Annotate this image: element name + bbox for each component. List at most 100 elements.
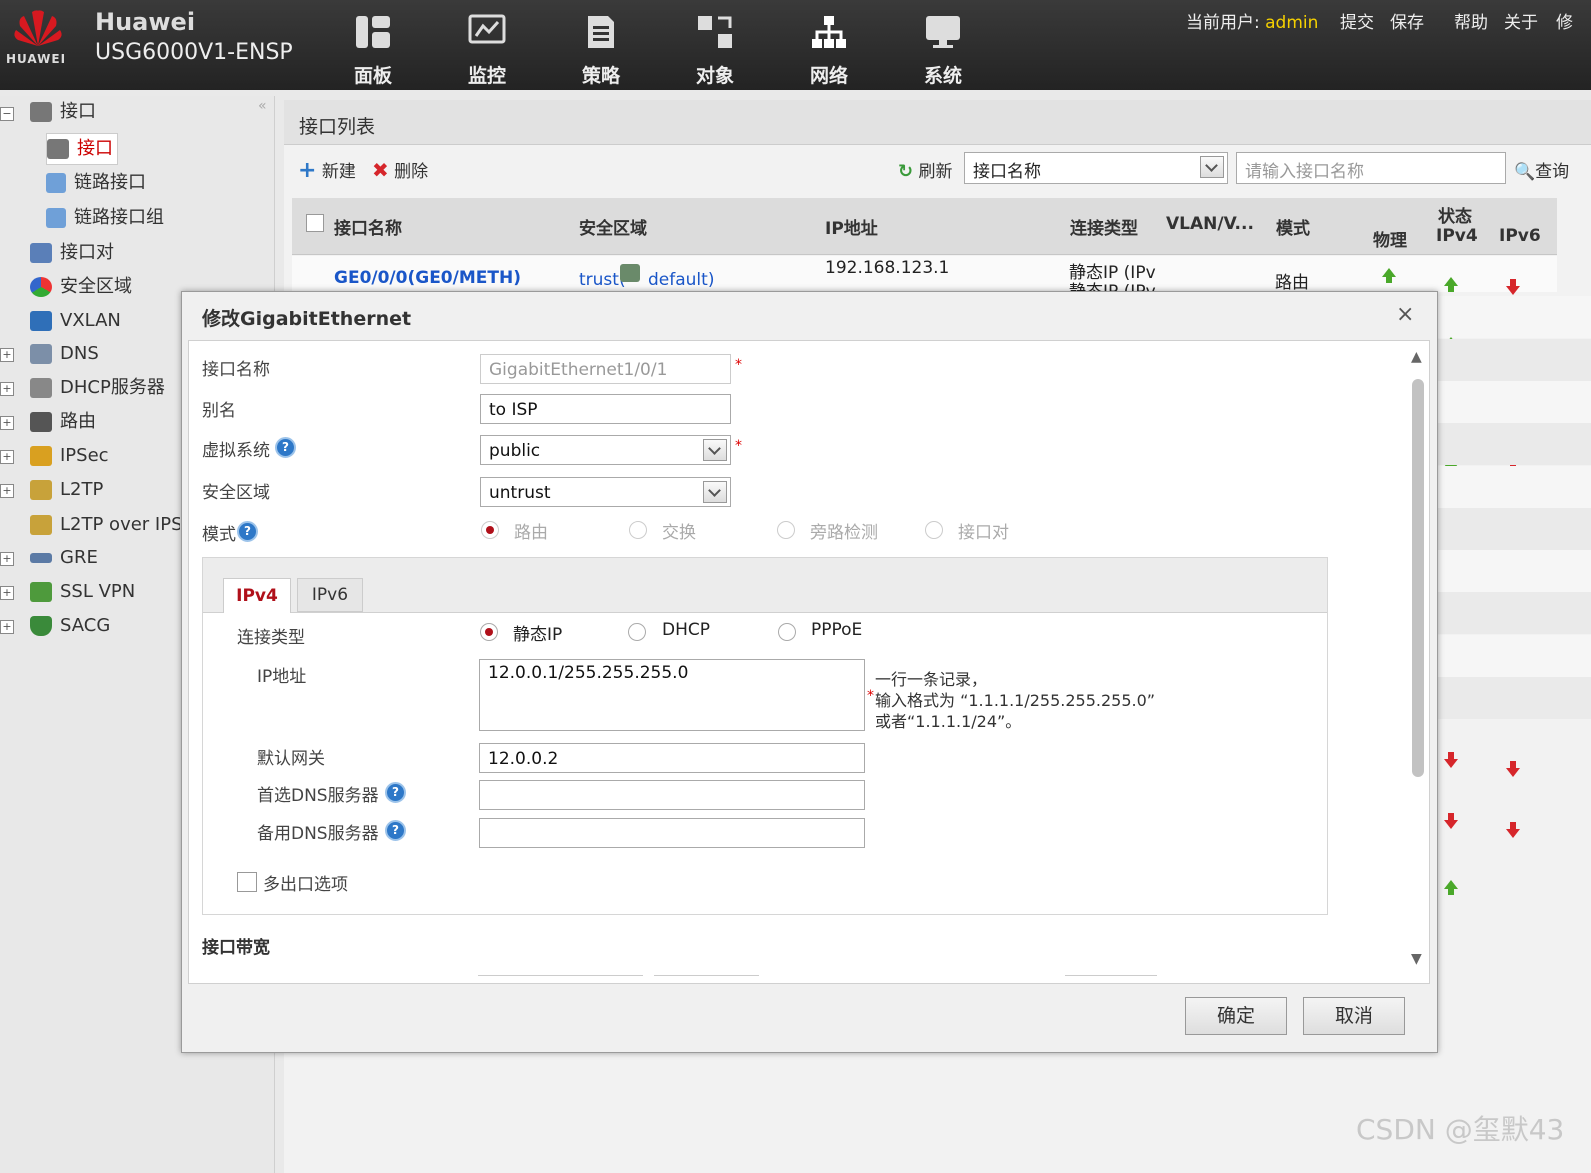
sidebar-item-router[interactable]: 路由 [30,407,96,437]
current-user-name[interactable]: admin [1265,13,1318,33]
zone-select[interactable]: untrust [480,477,731,507]
save-link[interactable]: 保存 [1390,8,1424,33]
table-header: 接口名称 安全区域 IP地址 连接类型 VLAN/V... 模式 状态 物理 I… [292,198,1557,255]
sidebar-item-vxlan[interactable]: VXLAN [30,306,121,336]
divider [478,975,643,976]
select-all-checkbox[interactable] [306,214,324,232]
sidebar-item-link-group[interactable]: 链路接口组 [46,203,164,233]
nav-policy[interactable]: 策略 [561,14,641,88]
alias-field[interactable]: to ISP [480,394,731,424]
sidebar-item-l2tp[interactable]: L2TP [30,475,103,505]
interface-link[interactable]: GE0/0/0(GE0/METH) [334,268,521,288]
query-button[interactable]: 🔍查询 [1514,157,1569,182]
table-row[interactable] [1437,296,1591,338]
help-icon[interactable]: ? [385,820,406,841]
help-icon[interactable]: ? [385,782,406,803]
column-header-type[interactable]: 连接类型 [1070,214,1138,239]
sidebar-item-interface-group[interactable]: 接口 [30,97,96,127]
sidebar-item-label: IPSec [60,445,109,466]
column-header-name[interactable]: 接口名称 [334,214,402,239]
sidebar-item-link-interface[interactable]: 链路接口 [46,168,146,198]
expand-icon[interactable]: + [0,348,14,362]
expand-icon[interactable]: + [0,416,14,430]
sidebar-item-security-zone[interactable]: 安全区域 [30,272,132,302]
table-row[interactable] [1437,677,1591,719]
vsys-link[interactable]: default) [648,270,714,290]
status-down-icon [1444,752,1458,768]
table-row[interactable] [1437,423,1591,465]
delete-button[interactable]: ✖ 删除 [372,157,428,182]
system-icon [926,16,960,48]
help-link[interactable]: 帮助 [1454,8,1488,33]
chevron-down-icon[interactable] [703,439,727,461]
scroll-up-icon[interactable]: ▲ [1411,349,1422,365]
table-row[interactable] [1437,592,1591,634]
scrollbar-thumb[interactable] [1412,379,1424,777]
tab-ipv6[interactable]: IPv6 [297,578,363,612]
table-row[interactable] [1437,635,1591,677]
sidebar-item-gre[interactable]: GRE [30,543,98,573]
about-link[interactable]: 关于 [1504,8,1538,33]
link-group-icon [46,208,66,228]
search-field-select[interactable]: 接口名称 [964,152,1228,184]
table-row[interactable] [1437,466,1591,508]
table-row[interactable] [1437,550,1591,592]
new-button[interactable]: + 新建 [298,157,356,183]
gateway-label: 默认网关 [257,749,325,769]
submit-link[interactable]: 提交 [1340,8,1374,33]
ssl-vpn-icon [30,582,52,602]
ok-button[interactable]: 确定 [1185,997,1287,1035]
sidebar-item-l2tp-over-ipsec[interactable]: L2TP over IPSec [30,510,180,540]
refresh-button[interactable]: ↻ 刷新 [898,157,953,182]
dns2-field[interactable] [479,818,865,848]
nav-object[interactable]: 对象 [675,14,755,88]
column-header-mode[interactable]: 模式 [1276,214,1310,239]
dns1-field[interactable] [479,780,865,810]
column-header-zone[interactable]: 安全区域 [579,214,647,239]
chevron-down-icon[interactable] [1200,156,1224,178]
ip-address-textarea[interactable]: 12.0.0.1/255.255.255.0 [479,659,865,731]
cancel-button[interactable]: 取消 [1303,997,1405,1035]
zone-link[interactable]: trust( [579,270,626,290]
column-header-ip[interactable]: IP地址 [825,214,878,239]
collapse-sidebar-icon[interactable]: « [258,98,267,114]
nav-network[interactable]: 网络 [789,14,869,88]
gateway-field[interactable]: 12.0.0.2 [479,743,865,773]
tab-ipv4[interactable]: IPv4 [223,578,291,613]
vsys-select[interactable]: public [480,435,731,465]
sidebar-item-dns[interactable]: DNS [30,339,99,369]
multi-exit-checkbox[interactable] [237,872,257,892]
help-icon[interactable]: ? [275,437,296,458]
table-row[interactable] [1437,339,1591,381]
sidebar-item-sacg[interactable]: SACG [30,611,110,641]
expand-icon[interactable]: + [0,620,14,634]
sidebar-item-dhcp[interactable]: DHCP服务器 [30,373,165,403]
column-header-vlan[interactable]: VLAN/V... [1166,214,1254,234]
table-row[interactable] [1437,381,1591,423]
expand-icon[interactable]: + [0,382,14,396]
expand-icon[interactable]: + [0,484,14,498]
scroll-down-icon[interactable]: ▼ [1411,951,1422,967]
nav-dashboard[interactable]: 面板 [333,14,413,88]
collapse-icon[interactable]: − [0,107,14,121]
chevron-down-icon[interactable] [703,481,727,503]
sidebar-item-interface[interactable]: 接口 [46,133,118,165]
pppoe-radio[interactable] [778,623,796,641]
modify-link[interactable]: 修 [1556,8,1573,33]
nav-monitor[interactable]: 监控 [447,14,527,88]
expand-icon[interactable]: + [0,552,14,566]
sidebar-item-interface-pair[interactable]: 接口对 [30,238,114,268]
sidebar-item-ipsec[interactable]: IPSec [30,441,109,471]
expand-icon[interactable]: + [0,450,14,464]
delete-label: 删除 [394,162,429,182]
close-icon[interactable]: × [1396,302,1414,327]
sidebar-item-ssl-vpn[interactable]: SSL VPN [30,577,135,607]
dhcp-radio[interactable] [628,623,646,641]
expand-icon[interactable]: + [0,586,14,600]
static-ip-radio[interactable] [480,623,498,641]
sidebar-item-label: 链路接口组 [74,207,164,228]
help-icon[interactable]: ? [237,521,258,542]
nav-system[interactable]: 系统 [903,14,983,88]
table-row[interactable] [1437,508,1591,550]
search-input[interactable]: 请输入接口名称 [1236,152,1506,184]
